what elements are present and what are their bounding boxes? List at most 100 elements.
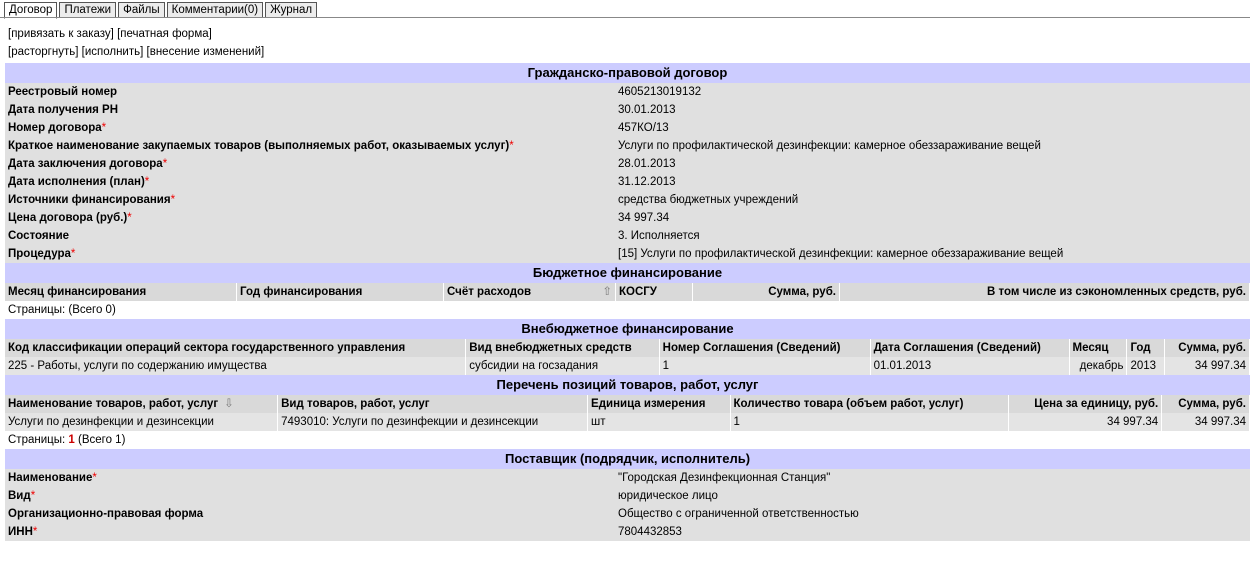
col-budget-account[interactable]: Счёт расходов ⇧ (443, 283, 616, 301)
contract-label: Дата получения РН (5, 101, 615, 119)
supplier-label: ИНН* (5, 523, 615, 541)
cell-items-kind: 7493010: Услуги по дезинфекции и дезинсе… (277, 413, 589, 431)
cell-extra-agreement-date: 01.01.2013 (870, 357, 1070, 375)
col-budget-sum[interactable]: Сумма, руб. (692, 283, 840, 301)
contract-value: 30.01.2013 (615, 101, 1250, 119)
contract-row: Состояние 3. Исполняется (5, 227, 1250, 245)
cell-extra-agreement-no: 1 (659, 357, 871, 375)
contract-label: Цена договора (руб.)* (5, 209, 615, 227)
action-links-row2: [расторгнуть] [исполнить] [внесение изме… (8, 45, 264, 59)
contract-label: Номер договора* (5, 119, 615, 137)
supplier-row: Наименование* "Городская Дезинфекционная … (5, 469, 1250, 487)
col-extra-sum[interactable]: Сумма, руб. (1164, 339, 1250, 357)
required-marker: * (127, 212, 132, 224)
tab-payments[interactable]: Платежи (59, 2, 117, 18)
col-items-kind[interactable]: Вид товаров, работ, услуг (277, 395, 589, 413)
col-extra-year[interactable]: Год (1126, 339, 1165, 357)
tab-journal[interactable]: Журнал (265, 2, 318, 18)
supplier-value: 7804432853 (615, 523, 1250, 541)
cell-items-qty: 1 (730, 413, 1009, 431)
section-title-supplier: Поставщик (подрядчик, исполнитель) (5, 449, 1250, 469)
contract-label: Источники финансирования* (5, 191, 615, 209)
link-attach-order[interactable]: [привязать к заказу] (8, 28, 114, 40)
supplier-value: "Городская Дезинфекционная Станция" (615, 469, 1250, 487)
col-items-name[interactable]: Наименование товаров, работ, услуг ⇩ (5, 395, 279, 413)
contract-row: Реестровый номер 4605213019132 (5, 83, 1250, 101)
col-budget-month[interactable]: Месяц финансирования (5, 283, 237, 301)
link-amend[interactable]: [внесение изменений] (147, 46, 265, 58)
page-number-link[interactable]: 1 (68, 434, 74, 446)
tab-bar: Договор Платежи Файлы Комментарии(0) Жур… (4, 2, 318, 19)
sort-down-icon[interactable]: ⇩ (224, 398, 234, 410)
items-grid: Наименование товаров, работ, услуг ⇩ Вид … (5, 395, 1250, 431)
col-items-sum[interactable]: Сумма, руб. (1161, 395, 1250, 413)
required-marker: * (162, 158, 168, 170)
budget-pages: Страницы: (Всего 0) (5, 301, 1250, 319)
col-extra-kind[interactable]: Вид внебюджетных средств (465, 339, 660, 357)
supplier-row: Вид* юридическое лицо (5, 487, 1250, 505)
section-title-budget: Бюджетное финансирование (5, 263, 1250, 283)
pages-total: (Всего 1) (78, 434, 126, 446)
contract-row: Процедура* [15] Услуги по профилактическо… (5, 245, 1250, 263)
table-row[interactable]: 225 - Работы, услуги по содержанию имуще… (5, 357, 1250, 375)
link-execute[interactable]: [исполнить] (82, 46, 144, 58)
cell-items-sum: 34 997.34 (1161, 413, 1250, 431)
col-items-price[interactable]: Цена за единицу, руб. (1008, 395, 1163, 413)
col-budget-kosgu[interactable]: КОСГУ (615, 283, 693, 301)
tab-files[interactable]: Файлы (118, 2, 165, 18)
cell-extra-kind: субсидии на госзадания (465, 357, 660, 375)
contract-row: Источники финансирования* средства бюджет… (5, 191, 1250, 209)
col-items-qty[interactable]: Количество товара (объем работ, услуг) (730, 395, 1009, 413)
sort-up-icon[interactable]: ⇧ (602, 283, 612, 301)
supplier-value: Общество с ограниченной ответственностью (615, 505, 1250, 523)
section-title-contract: Гражданско-правовой договор (5, 63, 1250, 83)
col-extra-agreement-no[interactable]: Номер Соглашения (Сведений) (659, 339, 871, 357)
cell-items-price: 34 997.34 (1008, 413, 1163, 431)
cell-extra-year: 2013 (1126, 357, 1165, 375)
contract-label: Дата исполнения (план)* (5, 173, 615, 191)
col-budget-saved[interactable]: В том числе из сэкономленных средств, ру… (839, 283, 1250, 301)
contract-value: [15] Услуги по профилактической дезинфек… (615, 245, 1250, 263)
contract-row: Дата исполнения (план)* 31.12.2013 (5, 173, 1250, 191)
supplier-value: юридическое лицо (615, 487, 1250, 505)
supplier-row: Организационно-правовая форма Общество с … (5, 505, 1250, 523)
supplier-label: Вид* (5, 487, 615, 505)
section-title-extra: Внебюджетное финансирование (5, 319, 1250, 339)
required-marker: * (92, 472, 97, 484)
contract-label: Реестровый номер (5, 83, 615, 101)
contract-label: Процедура* (5, 245, 615, 263)
contract-value: Услуги по профилактической дезинфекции: … (615, 137, 1250, 155)
supplier-label: Организационно-правовая форма (5, 505, 615, 523)
cell-extra-sum: 34 997.34 (1164, 357, 1250, 375)
items-pages: Страницы: 1 (Всего 1) (5, 431, 1250, 449)
required-marker: * (144, 176, 150, 188)
section-title-items: Перечень позиций товаров, работ, услуг (5, 375, 1250, 395)
contract-value: 34 997.34 (615, 209, 1250, 227)
contract-row: Дата заключения договора* 28.01.2013 (5, 155, 1250, 173)
contract-value: средства бюджетных учреждений (615, 191, 1250, 209)
tab-divider (0, 17, 1250, 18)
link-print-form[interactable]: [печатная форма] (117, 28, 212, 40)
required-marker: * (32, 526, 38, 538)
required-marker: * (170, 194, 176, 206)
required-marker: * (101, 122, 107, 134)
contract-value: 4605213019132 (615, 83, 1250, 101)
required-marker: * (30, 490, 36, 502)
contract-value: 28.01.2013 (615, 155, 1250, 173)
supplier-row: ИНН* 7804432853 (5, 523, 1250, 541)
action-links-row1: [привязать к заказу] [печатная форма] (8, 27, 212, 41)
link-terminate[interactable]: [расторгнуть] (8, 46, 78, 58)
cell-items-unit: шт (587, 413, 731, 431)
col-items-unit[interactable]: Единица измерения (587, 395, 731, 413)
contract-value: 3. Исполняется (615, 227, 1250, 245)
contract-value: 31.12.2013 (615, 173, 1250, 191)
table-row[interactable]: Услуги по дезинфекции и дезинсекции 7493… (5, 413, 1250, 431)
contract-label: Дата заключения договора* (5, 155, 615, 173)
cell-extra-code: 225 - Работы, услуги по содержанию имуще… (5, 357, 467, 375)
col-extra-agreement-date[interactable]: Дата Соглашения (Сведений) (870, 339, 1070, 357)
contract-label: Состояние (5, 227, 615, 245)
col-budget-year[interactable]: Год финансирования (236, 283, 444, 301)
col-extra-code[interactable]: Код классификации операций сектора госуд… (5, 339, 467, 357)
col-extra-month[interactable]: Месяц (1069, 339, 1128, 357)
tab-comments[interactable]: Комментарии(0) (166, 2, 264, 18)
